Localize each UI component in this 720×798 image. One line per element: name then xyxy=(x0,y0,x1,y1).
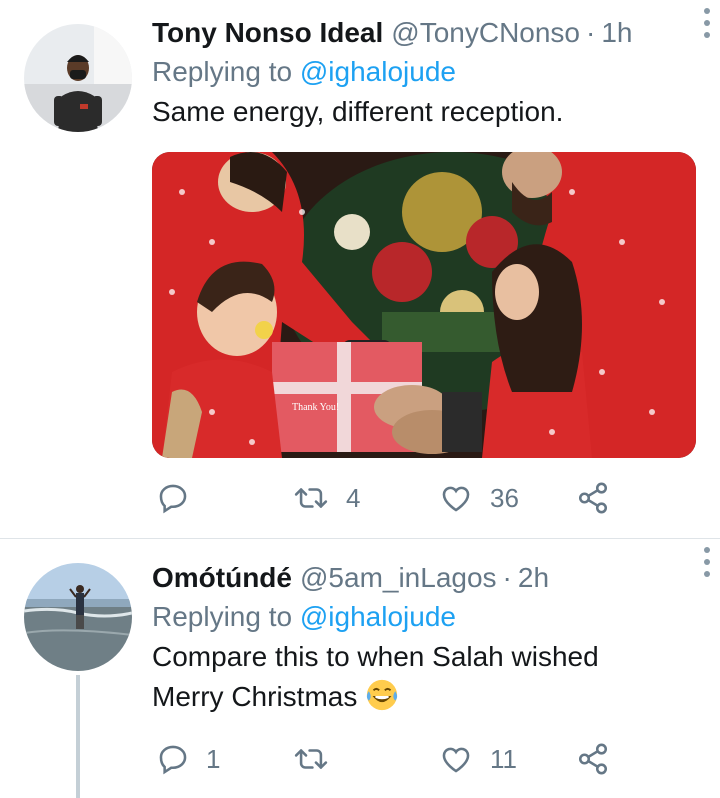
tweet-text: Same energy, different reception. xyxy=(152,96,564,127)
tweet-header: Tony Nonso Ideal @TonyCNonso · 1h xyxy=(152,14,700,52)
avatar[interactable] xyxy=(24,24,132,132)
avatar[interactable] xyxy=(24,563,132,671)
tweet-actions: 4 36 xyxy=(152,478,652,518)
retweet-button[interactable] xyxy=(292,739,346,779)
tweet-header: Omótúndé @5am_inLagos · 2h xyxy=(152,559,700,597)
reply-icon xyxy=(159,484,187,514)
timestamp[interactable]: 2h xyxy=(518,559,549,597)
replying-to: Replying to @ighalojude xyxy=(152,52,700,92)
replying-to: Replying to @ighalojude xyxy=(152,597,700,637)
like-count: 11 xyxy=(490,743,517,774)
gift-tag: Thank You! xyxy=(292,402,339,413)
tweet-text-line: Merry Christmas xyxy=(152,677,700,717)
author-name[interactable]: Omótúndé xyxy=(152,559,292,597)
reply-mention-link[interactable]: @ighalojude xyxy=(300,56,456,87)
thread-line xyxy=(76,675,80,798)
more-icon[interactable] xyxy=(702,8,712,38)
replying-to-label: Replying to xyxy=(152,56,293,87)
timestamp[interactable]: 1h xyxy=(601,14,632,52)
like-icon xyxy=(442,747,470,773)
retweet-count: 4 xyxy=(346,482,361,513)
like-button[interactable]: 36 xyxy=(438,478,519,518)
tweet-content: Omótúndé @5am_inLagos · 2h Replying to @… xyxy=(152,559,700,717)
tears-of-joy-emoji-icon xyxy=(367,679,398,711)
reply-mention-link[interactable]: @ighalojude xyxy=(300,601,456,632)
tweet-content: Tony Nonso Ideal @TonyCNonso · 1h Replyi… xyxy=(152,14,700,132)
author-handle[interactable]: @TonyCNonso xyxy=(391,14,580,52)
tweet-actions: 1 11 xyxy=(152,739,652,779)
share-button[interactable] xyxy=(576,478,610,518)
like-button[interactable]: 11 xyxy=(438,739,517,779)
tweet[interactable]: Tony Nonso Ideal @TonyCNonso · 1h Replyi… xyxy=(0,0,720,538)
more-icon[interactable] xyxy=(702,547,712,577)
author-handle[interactable]: @5am_inLagos xyxy=(300,559,497,597)
reply-count: 1 xyxy=(206,743,221,774)
share-button[interactable] xyxy=(576,739,610,779)
tweet[interactable]: Omótúndé @5am_inLagos · 2h Replying to @… xyxy=(0,539,720,798)
reply-icon xyxy=(159,745,187,775)
reply-button[interactable]: 1 xyxy=(156,739,220,779)
share-icon xyxy=(578,743,608,775)
retweet-icon xyxy=(294,749,328,769)
separator: · xyxy=(502,562,512,593)
author-name[interactable]: Tony Nonso Ideal xyxy=(152,14,383,52)
tweet-photo[interactable]: Thank You! xyxy=(152,152,696,458)
tweet-text-line: Compare this to when Salah wished xyxy=(152,641,599,672)
retweet-button[interactable]: 4 xyxy=(292,478,360,518)
tweet-text: Compare this to when Salah wished Merry … xyxy=(152,637,700,717)
like-count: 36 xyxy=(490,482,519,513)
separator: · xyxy=(586,17,596,48)
replying-to-label: Replying to xyxy=(152,601,293,632)
share-icon xyxy=(578,482,608,514)
tweet-text-line-content: Merry Christmas xyxy=(152,681,358,712)
like-icon xyxy=(442,486,470,512)
reply-button[interactable] xyxy=(156,478,206,518)
retweet-icon xyxy=(294,488,328,508)
